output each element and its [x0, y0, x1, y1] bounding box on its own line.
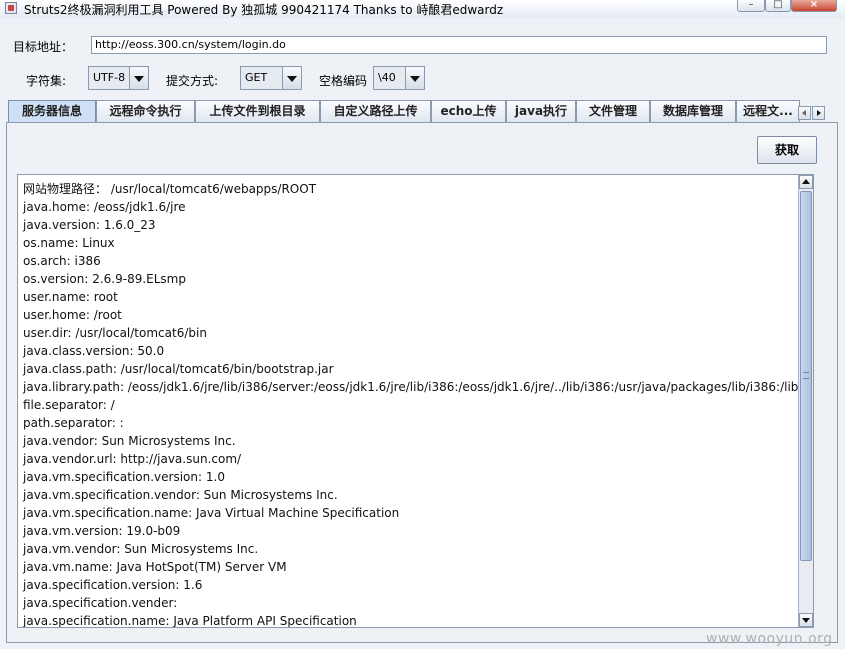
- tab-custom-path-upload[interactable]: 自定义路径上传: [320, 100, 431, 122]
- output-lines: 网站物理路径： /usr/local/tomcat6/webapps/ROOT …: [23, 180, 814, 628]
- maximize-button[interactable]: □: [765, 0, 791, 12]
- scroll-up-icon[interactable]: [799, 175, 813, 189]
- java-app-icon: [5, 2, 17, 14]
- target-url-input[interactable]: http://eoss.300.cn/system/login.do: [91, 36, 827, 54]
- tab-scroll-right-icon[interactable]: [812, 106, 825, 120]
- charset-label: 字符集:: [26, 74, 67, 88]
- server-info-panel: 获取 网站物理路径： /usr/local/tomcat6/webapps/RO…: [6, 122, 838, 643]
- tab-file-manager[interactable]: 文件管理: [576, 100, 650, 122]
- output-line: java.class.version: 50.0: [23, 344, 165, 358]
- scroll-down-icon[interactable]: [799, 613, 813, 627]
- space-encoding-value: \40: [378, 71, 396, 84]
- chevron-down-icon[interactable]: [405, 67, 424, 89]
- tab-echo-upload[interactable]: echo上传: [431, 100, 506, 122]
- tab-scroll-left-icon[interactable]: [798, 106, 811, 120]
- tab-database-manager[interactable]: 数据库管理: [650, 100, 736, 122]
- output-line: java.vm.vendor: Sun Microsystems Inc.: [23, 542, 259, 556]
- output-line: user.home: /root: [23, 308, 122, 322]
- tab-server-info[interactable]: 服务器信息: [8, 100, 96, 122]
- output-line: java.home: /eoss/jdk1.6/jre: [23, 200, 186, 214]
- tab-bar: 服务器信息 远程命令执行 上传文件到根目录 自定义路径上传 echo上传 jav…: [8, 100, 828, 122]
- output-line: java.specification.version: 1.6: [23, 578, 203, 592]
- window-title: Struts2终极漏洞利用工具 Powered By 独孤城 990421174…: [24, 3, 504, 17]
- method-value: GET: [245, 71, 268, 84]
- output-line: os.arch: i386: [23, 254, 101, 268]
- output-textarea[interactable]: 网站物理路径： /usr/local/tomcat6/webapps/ROOT …: [17, 174, 814, 628]
- target-url-label: 目标地址：: [13, 40, 74, 54]
- output-line: java.class.path: /usr/local/tomcat6/bin/…: [23, 362, 334, 376]
- output-line: java.library.path: /eoss/jdk1.6/jre/lib/…: [23, 380, 814, 394]
- app-window: Struts2终极漏洞利用工具 Powered By 独孤城 990421174…: [0, 0, 845, 649]
- output-line: user.name: root: [23, 290, 118, 304]
- output-line: java.vm.specification.version: 1.0: [23, 470, 225, 484]
- charset-value: UTF-8: [93, 71, 126, 84]
- charset-select[interactable]: UTF-8: [88, 66, 149, 90]
- scrollbar-thumb[interactable]: [800, 191, 812, 561]
- output-line: java.specification.vender:: [23, 596, 178, 610]
- output-line: java.specification.name: Java Platform A…: [23, 614, 357, 628]
- method-select[interactable]: GET: [240, 66, 302, 90]
- chevron-down-icon[interactable]: [129, 67, 148, 89]
- output-line: java.vm.name: Java HotSpot(TM) Server VM: [23, 560, 287, 574]
- output-line: java.version: 1.6.0_23: [23, 218, 156, 232]
- output-line: os.name: Linux: [23, 236, 115, 250]
- output-line: path.separator: :: [23, 416, 124, 430]
- tab-remote-file[interactable]: 远程文...: [736, 100, 800, 122]
- output-line: java.vendor: Sun Microsystems Inc.: [23, 434, 236, 448]
- output-line: user.dir: /usr/local/tomcat6/bin: [23, 326, 207, 340]
- output-line: java.vm.specification.vendor: Sun Micros…: [23, 488, 338, 502]
- vertical-scrollbar[interactable]: [798, 175, 813, 627]
- output-line: os.version: 2.6.9-89.ELsmp: [23, 272, 186, 286]
- tab-java-exec[interactable]: java执行: [506, 100, 576, 122]
- main-content: 目标地址： http://eoss.300.cn/system/login.do…: [4, 22, 841, 645]
- output-line: java.vendor.url: http://java.sun.com/: [23, 452, 242, 466]
- watermark: www.wooyun.org: [706, 631, 833, 647]
- output-line: java.vm.specification.name: Java Virtual…: [23, 506, 400, 520]
- output-line: java.vm.version: 19.0-b09: [23, 524, 181, 538]
- chevron-down-icon[interactable]: [282, 67, 301, 89]
- method-label: 提交方式:: [166, 74, 219, 88]
- title-bar: Struts2终极漏洞利用工具 Powered By 独孤城 990421174…: [0, 0, 845, 18]
- close-button[interactable]: ×: [791, 0, 837, 12]
- tab-remote-command[interactable]: 远程命令执行: [96, 100, 195, 122]
- output-line: file.separator: /: [23, 398, 115, 412]
- output-line: 网站物理路径： /usr/local/tomcat6/webapps/ROOT: [23, 182, 317, 196]
- fetch-button[interactable]: 获取: [757, 136, 817, 164]
- space-encoding-label: 空格编码: [319, 74, 368, 88]
- space-encoding-select[interactable]: \40: [373, 66, 425, 90]
- tab-upload-root[interactable]: 上传文件到根目录: [195, 100, 320, 122]
- minimize-button[interactable]: –: [737, 0, 765, 12]
